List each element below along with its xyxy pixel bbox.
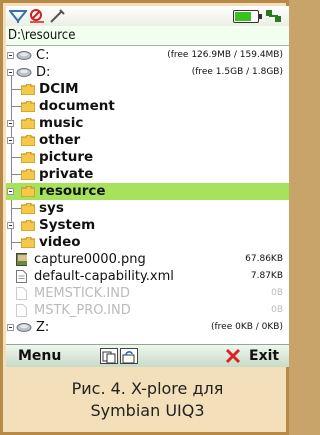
battery-icon (233, 10, 262, 23)
item-name: private (39, 166, 94, 182)
item-name: music (39, 115, 84, 131)
drive-icon (16, 68, 32, 77)
image-file-icon (16, 253, 27, 266)
move-icon (122, 351, 135, 364)
list-item-folder[interactable]: DCIM (6, 81, 289, 98)
phone-screen: D:\resource C: (free 126.9MB / 159.4MB) (6, 6, 289, 367)
item-name: D: (36, 65, 51, 80)
item-name: C: (36, 48, 50, 63)
move-button[interactable] (120, 348, 138, 364)
list-item-folder-selected[interactable]: resource (6, 183, 289, 200)
offline-icon (30, 9, 44, 23)
list-item-file-hidden[interactable]: MSTK_PRO.IND 0B (6, 302, 289, 319)
item-name: resource (39, 183, 106, 199)
tree-branch (11, 89, 21, 90)
folder-icon (21, 135, 35, 146)
pen-icon (50, 9, 65, 23)
tree-branch (11, 242, 21, 243)
copy-icon (102, 351, 116, 364)
item-name: sys (39, 200, 64, 216)
folder-icon (21, 101, 35, 112)
expand-icon[interactable] (7, 52, 14, 59)
item-info: 67.86KB (245, 254, 283, 264)
expand-icon[interactable] (7, 324, 14, 331)
delete-icon[interactable] (225, 348, 241, 364)
list-item-folder[interactable]: other (6, 132, 289, 149)
list-item-folder[interactable]: picture (6, 149, 289, 166)
item-name: DCIM (39, 81, 79, 97)
list-item-folder[interactable]: video (6, 234, 289, 251)
list-item-drive-d[interactable]: D: (free 1.5GB / 1.8GB) (6, 64, 289, 81)
item-info: (free 126.9MB / 159.4MB) (167, 50, 283, 60)
list-item-folder[interactable]: sys (6, 200, 289, 217)
list-item-drive-c[interactable]: C: (free 126.9MB / 159.4MB) (6, 47, 289, 64)
document-file-icon (16, 287, 27, 300)
folder-icon (21, 152, 35, 163)
figure-frame: D:\resource C: (free 126.9MB / 159.4MB) (0, 0, 289, 435)
status-bar (6, 6, 289, 26)
copy-button[interactable] (100, 348, 118, 364)
list-item-folder[interactable]: music (6, 115, 289, 132)
tree-branch (11, 106, 21, 107)
file-list[interactable]: C: (free 126.9MB / 159.4MB) D: (free 1.5… (6, 47, 289, 344)
drive-icon (16, 51, 32, 60)
expand-icon[interactable] (7, 188, 14, 195)
item-info: 0B (271, 305, 283, 315)
tree-branch (11, 208, 21, 209)
document-file-icon (16, 270, 27, 283)
softkey-bar: Menu Exit (6, 344, 289, 367)
expand-icon[interactable] (7, 120, 14, 127)
caption-line-1: Рис. 4. X-plore для (71, 379, 224, 398)
item-name: MEMSTICK.IND (34, 286, 130, 301)
folder-icon (21, 203, 35, 214)
item-info: (free 1.5GB / 1.8GB) (191, 67, 283, 77)
list-item-drive-z[interactable]: Z: (free 0KB / 0KB) (6, 319, 289, 336)
item-name: System (39, 217, 96, 233)
expand-icon[interactable] (7, 69, 14, 76)
tree-branch (11, 157, 21, 158)
caption-line-2: Symbian UIQ3 (90, 401, 205, 420)
list-item-file[interactable]: default-capability.xml 7.87KB (6, 268, 289, 285)
folder-icon (21, 169, 35, 180)
figure-caption: Рис. 4. X-plore для Symbian UIQ3 (3, 369, 292, 435)
network-icon (266, 10, 281, 22)
item-info: 7.87KB (250, 271, 283, 281)
list-item-file[interactable]: capture0000.png 67.86KB (6, 251, 289, 268)
list-item-folder[interactable]: document (6, 98, 289, 115)
item-info: 0B (271, 288, 283, 298)
item-name: default-capability.xml (34, 269, 174, 284)
item-name: document (39, 98, 115, 114)
list-item-folder[interactable]: System (6, 217, 289, 234)
folder-icon (21, 118, 35, 129)
expand-icon[interactable] (7, 222, 14, 229)
signal-icon (9, 10, 27, 23)
list-item-file-hidden[interactable]: MEMSTICK.IND 0B (6, 285, 289, 302)
item-name: picture (39, 149, 94, 165)
folder-icon (21, 237, 35, 248)
drive-icon (16, 323, 32, 332)
item-name: MSTK_PRO.IND (34, 303, 131, 318)
folder-icon (21, 84, 35, 95)
path-bar: D:\resource (6, 26, 289, 46)
tree-branch (11, 174, 21, 175)
exit-softkey[interactable]: Exit (249, 347, 279, 366)
item-info: (free 0KB / 0KB) (211, 322, 283, 332)
item-name: capture0000.png (34, 252, 146, 267)
menu-softkey[interactable]: Menu (18, 347, 61, 366)
list-item-folder[interactable]: private (6, 166, 289, 183)
document-file-icon (16, 304, 27, 317)
folder-icon (21, 220, 35, 231)
item-name: other (39, 132, 81, 148)
folder-icon (21, 186, 35, 197)
item-name: Z: (36, 320, 50, 335)
item-name: video (39, 234, 81, 250)
expand-icon[interactable] (7, 137, 14, 144)
